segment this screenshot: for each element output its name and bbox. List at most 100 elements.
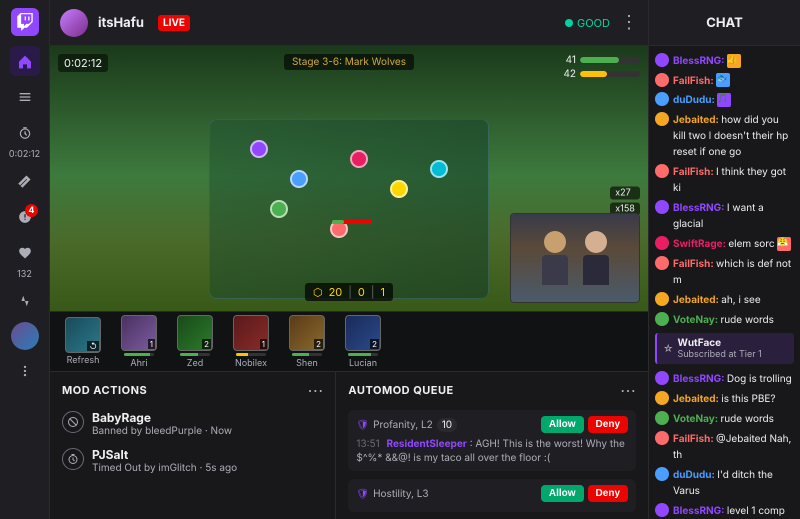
chat-username-11: BlessRNG: xyxy=(673,373,727,385)
quality-dot xyxy=(565,19,573,27)
chat-message-11: BlessRNG: Dog is trolling xyxy=(655,370,794,386)
mod-item-1: PJSalt Timed Out by imGlitch · 5s ago xyxy=(62,447,323,474)
chat-text-8: ah, i see xyxy=(721,294,760,306)
sidebar-item-more[interactable] xyxy=(10,356,40,386)
chat-message-13: VoteNay: rude words xyxy=(655,410,794,426)
chat-username-16: BlessRNG: xyxy=(673,505,727,517)
deny-button-1[interactable]: Deny xyxy=(588,485,628,502)
shield-icon-1: 🛡 xyxy=(356,488,369,500)
automod-header: AUTOMOD QUEUE ⋯ xyxy=(348,380,636,400)
topbar: itsHafu LIVE GOOD ⋮ xyxy=(50,0,648,46)
webcam-persons xyxy=(542,231,609,285)
automod-type-label-1: Hostility, L3 xyxy=(373,488,428,500)
allow-button-1[interactable]: Allow xyxy=(541,485,584,502)
chat-emote-0: 👍 xyxy=(727,54,741,68)
person-body-1 xyxy=(542,255,568,285)
quality-indicator: GOOD xyxy=(565,16,610,30)
mod-detail-text-1: Timed Out by imGlitch xyxy=(92,462,197,474)
timer-display: 0:02:12 xyxy=(9,149,40,160)
automod-title: AUTOMOD QUEUE xyxy=(348,383,453,397)
sidebar: 0:02:12 4 132 xyxy=(0,0,50,519)
player-card-3: 1 Nobilex xyxy=(226,315,276,369)
chat-content-12: Jebaited: is this PBE? xyxy=(673,390,794,406)
divider: | xyxy=(348,285,352,299)
player-hp-1 xyxy=(124,353,154,356)
chat-avatar-9 xyxy=(655,312,669,326)
chat-avatar-15 xyxy=(655,467,669,481)
shield-icon-0: 🛡 xyxy=(356,419,369,431)
chat-avatar-3 xyxy=(655,112,669,126)
sidebar-item-activity[interactable] xyxy=(10,286,40,316)
chat-content-4: FailFish: I think they got ki xyxy=(673,163,794,195)
player-name-5: Lucian xyxy=(349,358,377,369)
chat-username-6: SwiftRage: xyxy=(673,238,728,250)
champ-icon-4: 2 xyxy=(289,315,325,351)
chat-message-12: Jebaited: is this PBE? xyxy=(655,390,794,406)
chat-content-16: BlessRNG: level 1 comp = xyxy=(673,502,794,519)
kf-item-1: x27 xyxy=(610,186,640,199)
video-area: Stage 3-6: Mark Wolves 0:02:12 41 42 xyxy=(50,46,648,371)
chat-username-9: VoteNay: xyxy=(673,314,721,326)
user-avatar[interactable] xyxy=(11,322,39,350)
sidebar-item-browse[interactable] xyxy=(10,82,40,112)
hp-bar-fill-1 xyxy=(580,57,640,63)
chat-avatar-0 xyxy=(655,53,669,67)
sidebar-notifications-section: 4 xyxy=(10,202,40,232)
sub-name: WutFace xyxy=(677,337,761,349)
sidebar-item-timer[interactable] xyxy=(10,118,40,148)
automod-type-1: 🛡 Hostility, L3 xyxy=(356,488,428,500)
champ-icon-0: ↺ xyxy=(65,317,101,353)
sub-notice-wutface: ☆ WutFace Subscribed at Tier 1 xyxy=(655,333,794,364)
game-timer: 0:02:12 xyxy=(58,54,108,72)
allow-button-0[interactable]: Allow xyxy=(541,416,584,433)
chat-avatar-4 xyxy=(655,164,669,178)
ban-icon xyxy=(62,411,84,433)
chat-message-15: duDudu: I'd ditch the Varus xyxy=(655,466,794,498)
chat-message-8: Jebaited: ah, i see xyxy=(655,291,794,307)
chat-avatar-5 xyxy=(655,200,669,214)
chat-content-6: SwiftRage: elem sorc 😤 xyxy=(673,235,794,251)
champ-icon-5: 2 xyxy=(345,315,381,351)
divider2: | xyxy=(371,285,375,299)
chat-message-0: BlessRNG: 👍 xyxy=(655,52,794,68)
chat-text-9: rude words xyxy=(721,314,774,326)
deny-button-0[interactable]: Deny xyxy=(588,416,628,433)
more-options-button[interactable]: ⋮ xyxy=(620,12,638,33)
player-name-0: Refresh xyxy=(67,355,100,366)
person-2 xyxy=(583,231,609,285)
player-hp-5 xyxy=(348,353,378,356)
sidebar-item-notifications[interactable]: 4 xyxy=(10,202,40,232)
sub-tier: Subscribed at Tier 1 xyxy=(677,349,761,360)
automod-item-1: 🛡 Hostility, L3 Allow Deny xyxy=(348,479,636,512)
chat-username-3: Jebaited: xyxy=(673,114,721,126)
streak-value: 0 xyxy=(358,285,365,299)
automod-type-label-0: Profanity, L2 xyxy=(373,419,433,431)
player-card-0: ↺ Refresh xyxy=(58,317,108,366)
mod-timestamp-0: Now xyxy=(211,425,233,437)
mod-actions-more[interactable]: ⋯ xyxy=(307,380,323,400)
chat-content-7: FailFish: which is def not m xyxy=(673,255,794,287)
automod-more[interactable]: ⋯ xyxy=(620,380,636,400)
chat-content-8: Jebaited: ah, i see xyxy=(673,291,794,307)
chat-username-0: BlessRNG: xyxy=(673,55,727,67)
webcam-overlay xyxy=(510,213,640,303)
champ-icon-1: 1 xyxy=(121,315,157,351)
chat-message-9: VoteNay: rude words xyxy=(655,311,794,327)
main-content: itsHafu LIVE GOOD ⋮ Stage 3-6: Mark Wolv… xyxy=(50,0,648,519)
sidebar-item-sword[interactable] xyxy=(10,166,40,196)
player-panel: ↺ Refresh 1 Ahri 2 Zed xyxy=(50,311,648,371)
sidebar-item-followers[interactable] xyxy=(10,238,40,268)
champ-icon-2: 2 xyxy=(177,315,213,351)
player-card-1: 1 Ahri xyxy=(114,315,164,369)
player-name-3: Nobilex xyxy=(235,358,267,369)
char-dot xyxy=(390,180,408,198)
person-1 xyxy=(542,231,568,285)
sidebar-item-home[interactable] xyxy=(10,46,40,76)
twitch-logo[interactable] xyxy=(11,8,39,36)
combat-hp-bar xyxy=(332,220,372,224)
chat-avatar-6 xyxy=(655,236,669,250)
chat-content-3: Jebaited: how did you kill two l doesn't… xyxy=(673,111,794,159)
chat-username-15: duDudu: xyxy=(673,469,717,481)
champ-icon-3: 1 xyxy=(233,315,269,351)
gold-icon: ⬡ xyxy=(313,285,323,299)
